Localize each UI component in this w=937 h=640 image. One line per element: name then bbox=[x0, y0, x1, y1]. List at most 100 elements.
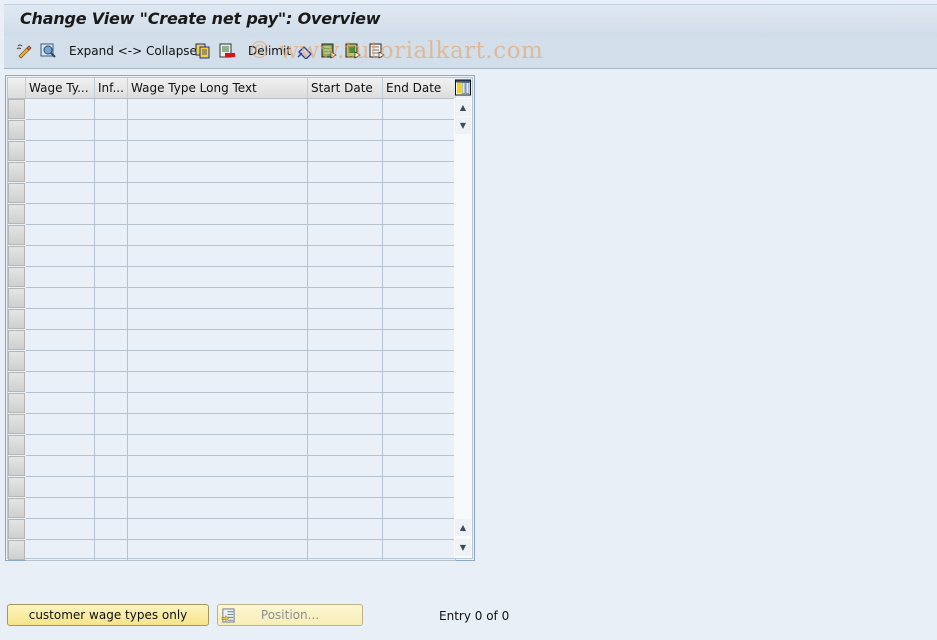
deselect-all-button[interactable] bbox=[369, 42, 385, 60]
table-cell[interactable] bbox=[95, 372, 128, 393]
table-cell[interactable] bbox=[383, 267, 456, 288]
table-cell[interactable] bbox=[26, 246, 95, 267]
table-cell[interactable] bbox=[128, 162, 308, 183]
table-cell[interactable] bbox=[128, 99, 308, 120]
table-cell[interactable] bbox=[26, 120, 95, 141]
row-selector[interactable] bbox=[8, 477, 25, 497]
table-cell[interactable] bbox=[128, 141, 308, 162]
table-cell[interactable] bbox=[95, 414, 128, 435]
table-cell[interactable] bbox=[383, 204, 456, 225]
change-display-button[interactable] bbox=[16, 42, 32, 60]
table-cell[interactable] bbox=[308, 477, 383, 498]
table-cell[interactable] bbox=[128, 267, 308, 288]
table-cell[interactable] bbox=[128, 246, 308, 267]
table-cell[interactable] bbox=[26, 414, 95, 435]
table-cell[interactable] bbox=[95, 330, 128, 351]
row-selector[interactable] bbox=[8, 99, 25, 119]
table-cell[interactable] bbox=[308, 456, 383, 477]
table-cell[interactable] bbox=[95, 267, 128, 288]
details-button[interactable] bbox=[40, 42, 56, 60]
column-configuration-icon[interactable] bbox=[455, 79, 471, 96]
table-cell[interactable] bbox=[308, 246, 383, 267]
table-cell[interactable] bbox=[308, 267, 383, 288]
column-header-end-date[interactable]: End Date bbox=[383, 78, 456, 98]
table-cell[interactable] bbox=[128, 309, 308, 330]
table-cell[interactable] bbox=[128, 414, 308, 435]
table-cell[interactable] bbox=[383, 456, 456, 477]
table-cell[interactable] bbox=[383, 162, 456, 183]
table-cell[interactable] bbox=[308, 540, 383, 561]
vertical-scrollbar[interactable]: ▲ ▼ ▲ ▼ bbox=[454, 98, 472, 558]
table-cell[interactable] bbox=[128, 372, 308, 393]
table-cell[interactable] bbox=[383, 498, 456, 519]
table-cell[interactable] bbox=[383, 372, 456, 393]
row-selector[interactable] bbox=[8, 330, 25, 350]
table-cell[interactable] bbox=[95, 246, 128, 267]
row-selector[interactable] bbox=[8, 267, 25, 287]
table-cell[interactable] bbox=[308, 393, 383, 414]
table-cell[interactable] bbox=[95, 393, 128, 414]
table-cell[interactable] bbox=[95, 141, 128, 162]
expand-collapse-button[interactable]: Expand <-> Collapse bbox=[69, 42, 197, 60]
table-cell[interactable] bbox=[128, 498, 308, 519]
row-selector[interactable] bbox=[8, 183, 25, 203]
delimit-button[interactable]: Delimit bbox=[248, 42, 291, 60]
row-selector[interactable] bbox=[8, 435, 25, 455]
table-cell[interactable] bbox=[95, 204, 128, 225]
row-selector[interactable] bbox=[8, 225, 25, 245]
column-header-start-date[interactable]: Start Date bbox=[308, 78, 383, 98]
customer-wage-types-only-button[interactable]: customer wage types only bbox=[7, 604, 209, 626]
table-cell[interactable] bbox=[308, 351, 383, 372]
table-cell[interactable] bbox=[26, 435, 95, 456]
table-cell[interactable] bbox=[26, 183, 95, 204]
table-cell[interactable] bbox=[26, 393, 95, 414]
table-cell[interactable] bbox=[383, 414, 456, 435]
row-selector[interactable] bbox=[8, 393, 25, 413]
row-selector[interactable] bbox=[8, 519, 25, 539]
column-header-wage-type[interactable]: Wage Ty... bbox=[26, 78, 95, 98]
position-button[interactable]: Position... bbox=[217, 604, 363, 626]
row-selector[interactable] bbox=[8, 414, 25, 434]
table-cell[interactable] bbox=[128, 519, 308, 540]
table-cell[interactable] bbox=[95, 435, 128, 456]
table-cell[interactable] bbox=[308, 414, 383, 435]
table-cell[interactable] bbox=[95, 351, 128, 372]
row-selector[interactable] bbox=[8, 246, 25, 266]
table-cell[interactable] bbox=[95, 309, 128, 330]
table-cell[interactable] bbox=[26, 309, 95, 330]
table-cell[interactable] bbox=[128, 183, 308, 204]
table-cell[interactable] bbox=[95, 540, 128, 561]
table-cell[interactable] bbox=[26, 267, 95, 288]
table-cell[interactable] bbox=[308, 435, 383, 456]
table-cell[interactable] bbox=[128, 330, 308, 351]
table-cell[interactable] bbox=[308, 120, 383, 141]
table-cell[interactable] bbox=[26, 99, 95, 120]
table-cell[interactable] bbox=[308, 162, 383, 183]
row-selector[interactable] bbox=[8, 120, 25, 140]
table-cell[interactable] bbox=[308, 309, 383, 330]
scroll-page-down-button[interactable]: ▼ bbox=[455, 117, 471, 134]
row-selector[interactable] bbox=[8, 288, 25, 308]
table-cell[interactable] bbox=[308, 204, 383, 225]
table-cell[interactable] bbox=[95, 99, 128, 120]
table-cell[interactable] bbox=[383, 351, 456, 372]
table-cell[interactable] bbox=[308, 183, 383, 204]
row-selector[interactable] bbox=[8, 372, 25, 392]
table-cell[interactable] bbox=[383, 309, 456, 330]
table-cell[interactable] bbox=[383, 141, 456, 162]
row-selector[interactable] bbox=[8, 498, 25, 518]
table-cell[interactable] bbox=[383, 225, 456, 246]
row-selector[interactable] bbox=[8, 456, 25, 476]
table-cell[interactable] bbox=[383, 477, 456, 498]
column-header-infotype[interactable]: Inf... bbox=[95, 78, 128, 98]
row-selector[interactable] bbox=[8, 540, 25, 560]
table-cell[interactable] bbox=[95, 225, 128, 246]
table-cell[interactable] bbox=[128, 393, 308, 414]
column-header-long-text[interactable]: Wage Type Long Text bbox=[128, 78, 308, 98]
table-cell[interactable] bbox=[26, 540, 95, 561]
table-cell[interactable] bbox=[128, 477, 308, 498]
table-cell[interactable] bbox=[26, 225, 95, 246]
table-cell[interactable] bbox=[95, 498, 128, 519]
table-cell[interactable] bbox=[95, 456, 128, 477]
table-cell[interactable] bbox=[383, 183, 456, 204]
